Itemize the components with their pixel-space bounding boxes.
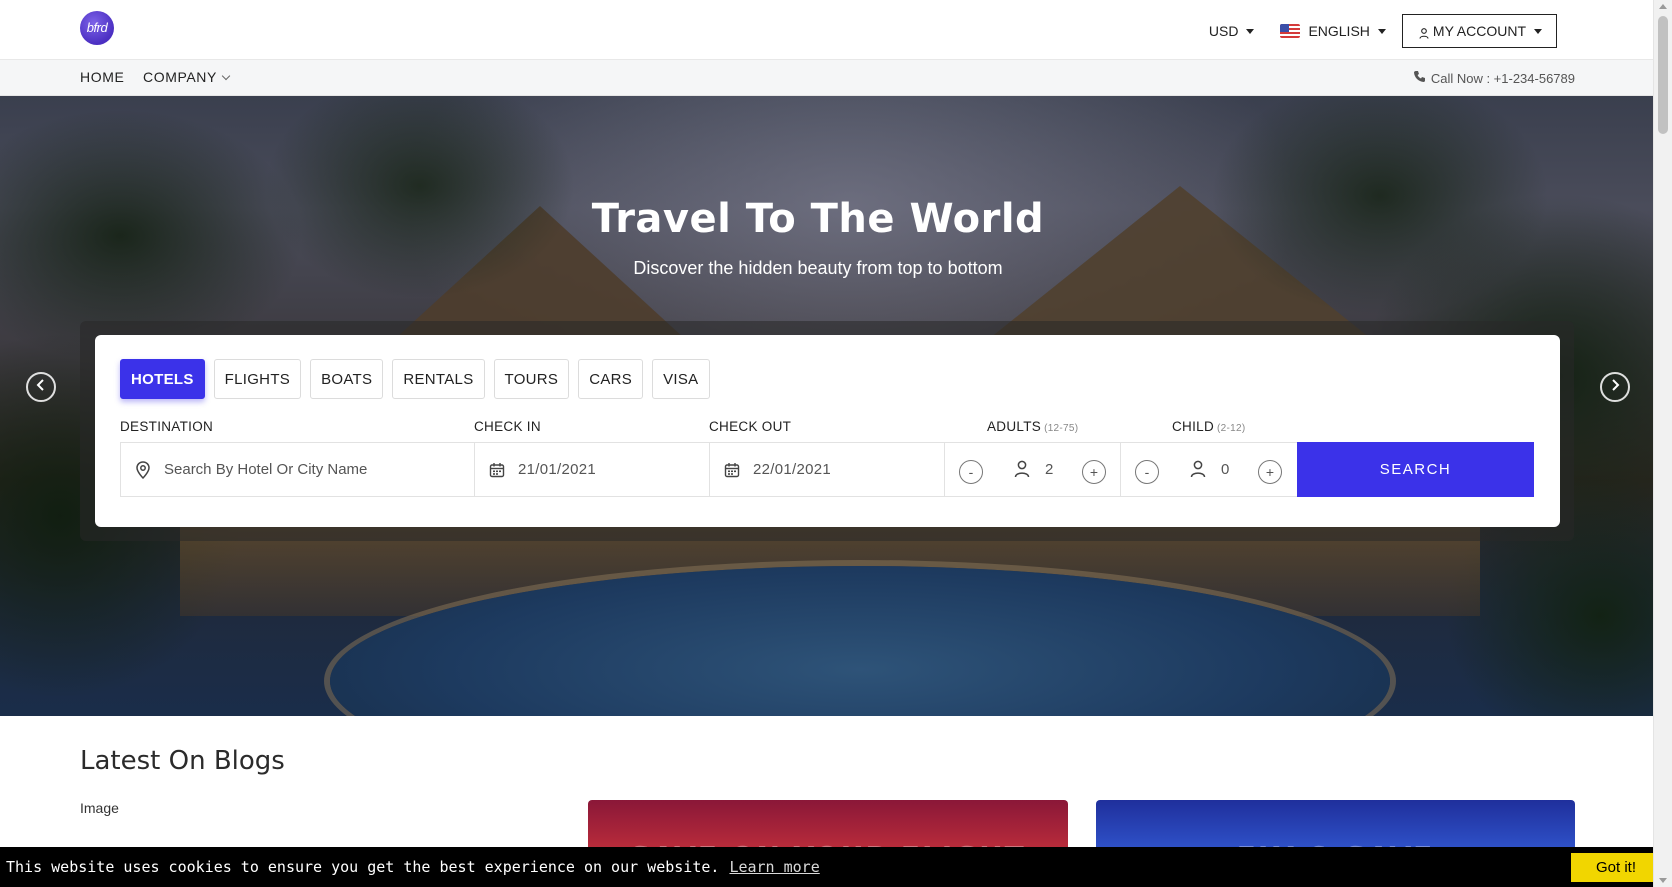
person-icon <box>1190 460 1206 483</box>
child-increment-button[interactable]: + <box>1258 460 1282 484</box>
check-in-label: CHECK IN <box>474 419 541 434</box>
child-range: (2-12) <box>1217 423 1246 434</box>
top-right-controls: USD ENGLISH MY ACCOUNT <box>1209 14 1557 48</box>
caret-down-icon <box>1377 28 1386 34</box>
chevron-down-icon <box>221 71 231 80</box>
child-stepper: - 0 + <box>1120 442 1298 497</box>
blog-image-broken[interactable]: Image <box>80 800 119 816</box>
adults-decrement-button[interactable]: - <box>959 460 983 484</box>
adults-label: ADULTS (12-75) <box>987 419 1078 434</box>
calendar-icon <box>489 462 505 478</box>
page: bfrd USD ENGLISH MY ACCOUNT HOME COMPANY… <box>0 0 1672 887</box>
vertical-scrollbar[interactable] <box>1653 0 1672 887</box>
top-bar: bfrd USD ENGLISH MY ACCOUNT <box>0 0 1653 60</box>
nav-item-company[interactable]: COMPANY <box>143 69 231 85</box>
tab-tours[interactable]: TOURS <box>493 359 570 399</box>
child-decrement-button[interactable]: - <box>1135 460 1159 484</box>
person-icon <box>1014 460 1030 483</box>
tab-flights[interactable]: FLIGHTS <box>213 359 302 399</box>
adults-stepper: - 2 + <box>944 442 1121 497</box>
search-panel: HOTELS FLIGHTS BOATS RENTALS TOURS CARS … <box>95 335 1560 527</box>
caret-down-icon <box>1534 28 1542 34</box>
search-fields: 21/01/2021 22/01/2021 - 2 + - <box>120 442 1535 497</box>
check-in-value: 21/01/2021 <box>518 461 597 478</box>
my-account-button[interactable]: MY ACCOUNT <box>1401 14 1557 48</box>
check-in-field[interactable]: 21/01/2021 <box>474 442 710 497</box>
blogs-title: Latest On Blogs <box>80 746 285 776</box>
destination-field[interactable] <box>120 442 475 497</box>
adults-count: 2 <box>1045 461 1054 478</box>
hero-title: Travel To The World <box>591 196 1045 242</box>
cookie-message: This website uses cookies to ensure you … <box>6 858 720 876</box>
flag-us-icon <box>1280 24 1301 38</box>
currency-dropdown[interactable]: USD <box>1209 23 1255 39</box>
call-now[interactable]: Call Now : +1-234-56789 <box>1413 70 1575 86</box>
language-dropdown[interactable]: ENGLISH <box>1280 23 1386 39</box>
chevron-left-icon <box>35 378 47 397</box>
main-nav: HOME COMPANY Call Now : +1-234-56789 <box>0 60 1653 96</box>
check-out-field[interactable]: 22/01/2021 <box>709 442 945 497</box>
slider-prev-button[interactable] <box>26 372 56 402</box>
my-account-label: MY ACCOUNT <box>1432 23 1526 39</box>
adults-increment-button[interactable]: + <box>1082 460 1106 484</box>
nav-item-company-label: COMPANY <box>143 69 217 85</box>
child-label: CHILD (2-12) <box>1172 419 1246 434</box>
cookie-accept-button[interactable]: Got it! <box>1571 853 1661 882</box>
caret-down-icon <box>1246 28 1255 34</box>
adults-label-text: ADULTS <box>987 419 1042 434</box>
chevron-right-icon <box>1609 378 1621 397</box>
blog-image-alt-text: Image <box>80 800 119 816</box>
phone-icon <box>1413 70 1426 86</box>
calendar-icon <box>724 462 740 478</box>
nav-item-home[interactable]: HOME <box>80 69 124 85</box>
scroll-up-arrow-icon[interactable] <box>1659 4 1667 9</box>
currency-label: USD <box>1208 23 1239 39</box>
tab-boats[interactable]: BOATS <box>310 359 384 399</box>
child-label-text: CHILD <box>1172 419 1215 434</box>
tab-cars[interactable]: CARS <box>578 359 644 399</box>
search-tabs: HOTELS FLIGHTS BOATS RENTALS TOURS CARS … <box>120 359 719 399</box>
check-out-label: CHECK OUT <box>709 419 792 434</box>
logo[interactable]: bfrd <box>80 11 114 45</box>
scroll-down-arrow-icon[interactable] <box>1659 878 1667 883</box>
call-now-text: Call Now : +1-234-56789 <box>1430 70 1575 86</box>
cookie-banner: This website uses cookies to ensure you … <box>0 847 1661 887</box>
slider-next-button[interactable] <box>1600 372 1630 402</box>
search-button[interactable]: SEARCH <box>1297 442 1534 497</box>
check-out-value: 22/01/2021 <box>753 461 832 478</box>
destination-input[interactable] <box>164 461 474 478</box>
adults-range: (12-75) <box>1044 423 1079 434</box>
hero-subtitle: Discover the hidden beauty from top to b… <box>633 258 1003 278</box>
tab-visa[interactable]: VISA <box>652 359 710 399</box>
user-icon <box>1419 26 1429 39</box>
child-count: 0 <box>1221 461 1230 478</box>
tab-hotels[interactable]: HOTELS <box>120 359 205 399</box>
scrollbar-thumb[interactable] <box>1658 16 1668 134</box>
cookie-learn-more-link[interactable]: Learn more <box>729 858 819 876</box>
map-pin-icon <box>135 460 151 479</box>
language-label: ENGLISH <box>1308 23 1370 39</box>
tab-rentals[interactable]: RENTALS <box>392 359 485 399</box>
destination-label: DESTINATION <box>120 419 214 434</box>
